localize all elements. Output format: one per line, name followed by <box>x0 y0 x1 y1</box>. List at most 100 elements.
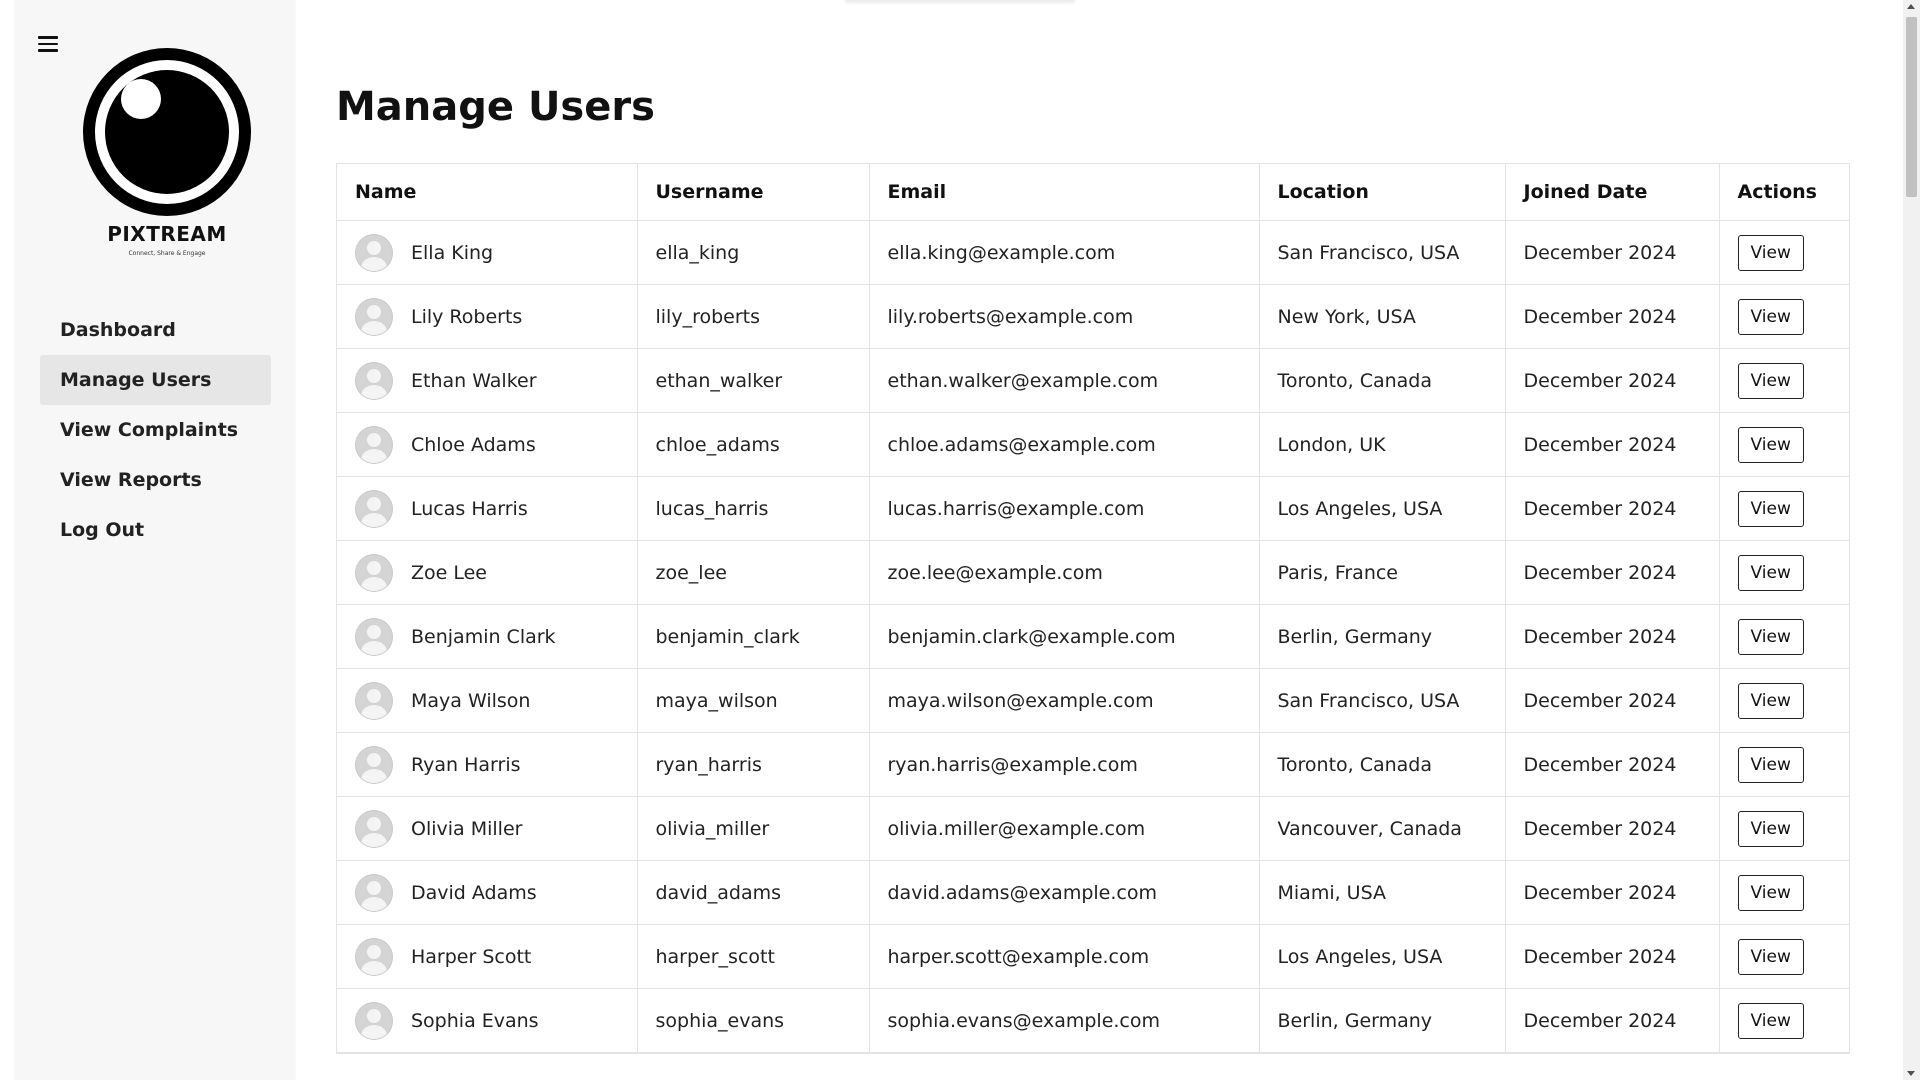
cell-email: ella.king@example.com <box>869 220 1260 285</box>
view-user-button[interactable]: View <box>1737 938 1804 975</box>
column-header-email[interactable]: Email <box>869 164 1260 221</box>
scroll-down-arrow-icon[interactable] <box>1907 1071 1915 1076</box>
cell-name: David Adams <box>337 860 638 925</box>
user-name-group: Lily Roberts <box>355 297 619 336</box>
cell-username: ryan_harris <box>637 732 870 797</box>
cell-email: ryan.harris@example.com <box>869 732 1260 797</box>
column-header-location[interactable]: Location <box>1259 164 1506 221</box>
cell-actions: View <box>1719 668 1849 733</box>
page-title: Manage Users <box>336 84 655 130</box>
cell-actions: View <box>1719 924 1849 989</box>
cell-username: harper_scott <box>637 924 870 989</box>
user-name: Ethan Walker <box>411 369 537 392</box>
table-row: Harper Scott harper_scott harper.scott@exa… <box>337 924 1849 989</box>
sidebar-item-view-complaints[interactable]: View Complaints <box>40 405 271 455</box>
cell-name: Ryan Harris <box>337 732 638 797</box>
cell-username: maya_wilson <box>637 668 870 733</box>
sidebar-nav: Dashboard Manage Users View Complaints V… <box>40 305 271 555</box>
sidebar-item-view-reports[interactable]: View Reports <box>40 455 271 505</box>
column-header-joined-date[interactable]: Joined Date <box>1505 164 1720 221</box>
vertical-scrollbar[interactable] <box>1903 0 1920 1080</box>
cell-name: Ethan Walker <box>337 348 638 413</box>
cell-email: lily.roberts@example.com <box>869 284 1260 349</box>
avatar-icon <box>355 681 393 720</box>
cell-joined-date: December 2024 <box>1505 476 1720 541</box>
avatar-icon <box>355 233 393 272</box>
view-user-button[interactable]: View <box>1737 234 1804 271</box>
view-user-button[interactable]: View <box>1737 362 1804 399</box>
scroll-up-arrow-icon[interactable] <box>1907 4 1915 9</box>
cell-actions: View <box>1719 796 1849 861</box>
view-user-button[interactable]: View <box>1737 426 1804 463</box>
cell-joined-date: December 2024 <box>1505 220 1720 285</box>
cell-location: Los Angeles, USA <box>1259 924 1506 989</box>
table-row: Maya Wilson maya_wilson maya.wilson@exampl… <box>337 668 1849 733</box>
cell-name: Zoe Lee <box>337 540 638 605</box>
table-row: Olivia Miller olivia_miller olivia.miller@… <box>337 796 1849 861</box>
app-window: PIXTREAM Connect, Share & Engage Dashboa… <box>0 0 1920 1080</box>
cell-joined-date: December 2024 <box>1505 860 1720 925</box>
column-header-username[interactable]: Username <box>637 164 870 221</box>
brand-tagline: Connect, Share & Engage <box>128 250 206 257</box>
table-row: Chloe Adams chloe_adams chloe.adams@exampl… <box>337 412 1849 477</box>
avatar-icon <box>355 873 393 912</box>
cell-name: Lucas Harris <box>337 476 638 541</box>
cell-joined-date: December 2024 <box>1505 604 1720 669</box>
sidebar: PIXTREAM Connect, Share & Engage Dashboa… <box>15 0 295 1080</box>
avatar-icon <box>355 937 393 976</box>
cell-actions: View <box>1719 220 1849 285</box>
avatar-icon <box>355 489 393 528</box>
avatar-icon <box>355 361 393 400</box>
avatar-icon <box>355 617 393 656</box>
cell-actions: View <box>1719 348 1849 413</box>
user-name: Lucas Harris <box>411 497 528 520</box>
avatar-icon <box>355 1001 393 1040</box>
table-row: Zoe Lee zoe_lee zoe.lee@example.com Paris, … <box>337 540 1849 605</box>
cell-name: Lily Roberts <box>337 284 638 349</box>
cell-email: harper.scott@example.com <box>869 924 1260 989</box>
sidebar-item-log-out[interactable]: Log Out <box>40 505 271 555</box>
avatar-icon <box>355 553 393 592</box>
cell-joined-date: December 2024 <box>1505 988 1720 1053</box>
user-name-group: Olivia Miller <box>355 809 619 848</box>
user-name: Lily Roberts <box>411 305 523 328</box>
cell-location: Toronto, Canada <box>1259 732 1506 797</box>
column-header-actions: Actions <box>1719 164 1849 221</box>
sidebar-item-manage-users[interactable]: Manage Users <box>40 355 271 405</box>
sidebar-item-dashboard[interactable]: Dashboard <box>40 305 271 355</box>
view-user-button[interactable]: View <box>1737 746 1804 783</box>
brand-name: PIXTREAM <box>107 222 227 246</box>
table-row: Sophia Evans sophia_evans sophia.evans@exa… <box>337 988 1849 1053</box>
cell-location: San Francisco, USA <box>1259 220 1506 285</box>
cell-location: Berlin, Germany <box>1259 988 1506 1053</box>
cell-actions: View <box>1719 412 1849 477</box>
view-user-button[interactable]: View <box>1737 1002 1804 1039</box>
cell-joined-date: December 2024 <box>1505 732 1720 797</box>
view-user-button[interactable]: View <box>1737 618 1804 655</box>
user-name: Chloe Adams <box>411 433 536 456</box>
view-user-button[interactable]: View <box>1737 810 1804 847</box>
view-user-button[interactable]: View <box>1737 874 1804 911</box>
view-user-button[interactable]: View <box>1737 490 1804 527</box>
table-body: Ella King ella_king ella.king@example.com S… <box>337 220 1849 1053</box>
user-name: David Adams <box>411 881 537 904</box>
user-name-group: Maya Wilson <box>355 681 619 720</box>
cell-username: benjamin_clark <box>637 604 870 669</box>
scrollbar-thumb[interactable] <box>1906 17 1917 197</box>
cell-username: olivia_miller <box>637 796 870 861</box>
user-name-group: Ella King <box>355 233 619 272</box>
user-name-group: Harper Scott <box>355 937 619 976</box>
view-user-button[interactable]: View <box>1737 682 1804 719</box>
brand-logo: PIXTREAM Connect, Share & Engage <box>77 42 257 262</box>
view-user-button[interactable]: View <box>1737 298 1804 335</box>
cell-name: Sophia Evans <box>337 988 638 1053</box>
table-row: Lucas Harris lucas_harris lucas.harris@exa… <box>337 476 1849 541</box>
user-name: Harper Scott <box>411 945 532 968</box>
hamburger-icon[interactable] <box>38 36 58 52</box>
cell-actions: View <box>1719 988 1849 1053</box>
view-user-button[interactable]: View <box>1737 554 1804 591</box>
column-header-name[interactable]: Name <box>337 164 638 221</box>
cell-name: Benjamin Clark <box>337 604 638 669</box>
user-name: Benjamin Clark <box>411 625 556 648</box>
eye-logo-icon <box>83 48 251 216</box>
